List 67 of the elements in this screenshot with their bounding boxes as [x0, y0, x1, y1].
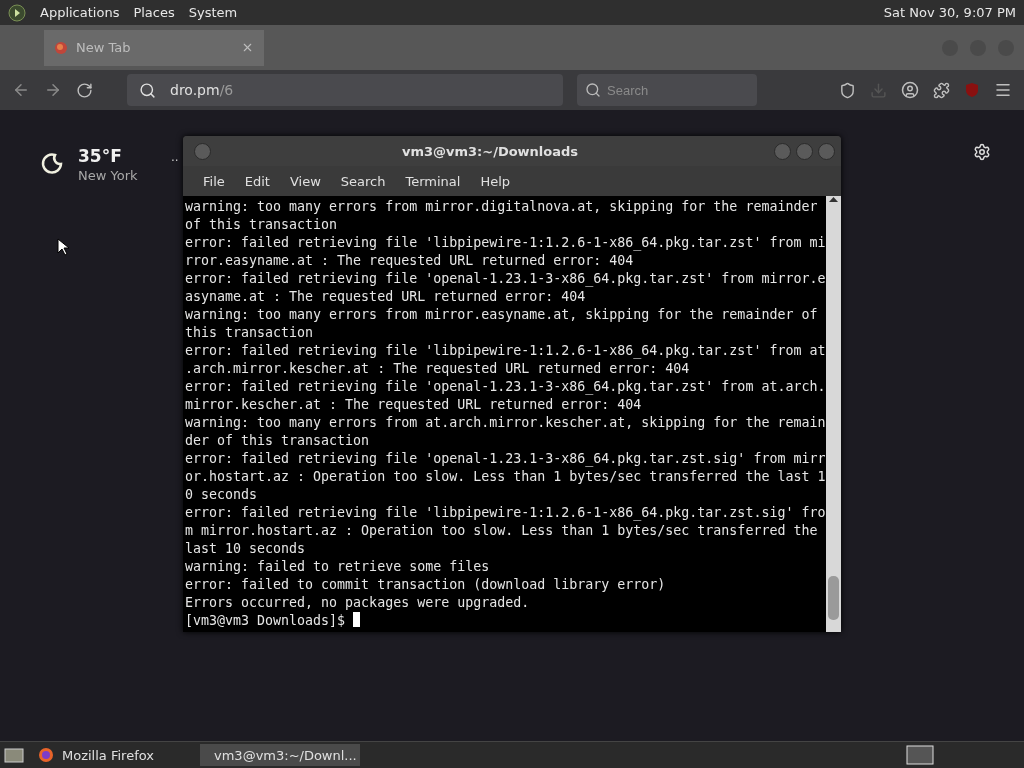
taskbar-button[interactable]: vm3@vm3:~/Downl... — [200, 744, 360, 766]
workspace-icon[interactable] — [906, 745, 934, 765]
desktop-icon[interactable] — [4, 746, 24, 764]
back-icon[interactable] — [12, 81, 30, 99]
terminal-line: error: failed retrieving file 'openal-1.23.1-3-x86_64.pkg.tar.zst.sig' from mirr — [185, 450, 824, 468]
maximize-button[interactable] — [796, 142, 813, 160]
forward-icon[interactable] — [44, 81, 62, 99]
terminal-line: error: failed retrieving file 'libpipewire-1:1.2.6-1-x86_64.pkg.tar.zst.sig' fro — [185, 504, 824, 522]
firefox-icon — [54, 40, 68, 55]
moon-icon — [40, 152, 64, 176]
menu-item[interactable]: File — [193, 173, 235, 189]
search-field[interactable]: Search — [577, 74, 757, 106]
text-cursor — [353, 612, 361, 627]
scroll-up-icon[interactable] — [829, 196, 838, 202]
panel-menu[interactable]: Applications — [40, 5, 120, 20]
terminal-line: m mirror.hostart.az : Operation too slow. Less than 1 bytes/sec transferred the — [185, 522, 819, 540]
menu-item[interactable]: Search — [330, 173, 396, 189]
terminal-line: 0 seconds — [185, 486, 259, 504]
firefox-icon — [38, 747, 54, 763]
terminal-line: asyname.at : The requested URL returned error: 404 — [185, 288, 587, 306]
terminal-line: this transaction — [185, 324, 315, 342]
terminal-line: Errors occurred, no packages were upgraded. — [185, 594, 531, 612]
taskbar-button[interactable]: Mozilla Firefox — [32, 744, 192, 766]
terminal-line: warning: too many errors from mirror.easyname.at, skipping for the remainder of — [185, 306, 819, 324]
clock: Sat Nov 30, 9:07 PM — [883, 5, 1016, 20]
search-icon — [139, 81, 156, 99]
menu-icon[interactable] — [994, 81, 1012, 99]
terminal-line: warning: too many errors from mirror.digitalnova.at, skipping for the remainder — [185, 198, 819, 216]
scrollbar[interactable] — [826, 196, 841, 632]
terminal-line: of this transaction — [185, 216, 339, 234]
close-button[interactable] — [818, 142, 835, 160]
terminal-line: error: failed retrieving file 'libpipewire-1:1.2.6-1-x86_64.pkg.tar.zst' from mi — [185, 234, 824, 252]
terminal-line: error: failed retrieving file 'openal-1.23.1-3-x86_64.pkg.tar.zst' from mirror.e — [185, 270, 824, 288]
terminal-line: error: failed retrieving file 'libpipewire-1:1.2.6-1-x86_64.pkg.tar.zst' from at — [185, 342, 824, 360]
app-logo-icon — [8, 3, 26, 22]
menu-item[interactable]: Edit — [234, 173, 280, 189]
close-icon[interactable] — [241, 41, 254, 54]
menu-item[interactable]: Terminal — [395, 173, 471, 189]
settings-icon[interactable] — [973, 143, 991, 161]
temperature: 35°F — [78, 146, 123, 166]
reload-icon[interactable] — [76, 81, 93, 99]
window-menu-button[interactable] — [194, 142, 211, 160]
terminal-line: warning: too many errors from at.arch.mirror.kescher.at, skipping for the remain — [185, 414, 824, 432]
terminal-line: warning: failed to retrieve some files — [185, 558, 491, 576]
panel-menu[interactable]: System — [188, 5, 238, 20]
menu-item[interactable]: Help — [470, 173, 521, 189]
scroll-thumb[interactable] — [828, 576, 839, 620]
panel-menu[interactable]: Places — [133, 5, 175, 20]
terminal-line: or.hostart.az : Operation too slow. Less than 1 bytes/sec transferred the last 1 — [185, 468, 824, 486]
url-field[interactable]: dro.pm/6 — [127, 74, 563, 106]
more-dots[interactable]: ·· — [171, 154, 179, 168]
menu-item[interactable]: View — [279, 173, 331, 189]
terminal-line: error: failed to commit transaction (download library error) — [185, 576, 667, 594]
location: New York — [78, 168, 138, 183]
terminal-line: last 10 seconds — [185, 540, 307, 558]
terminal-line: der of this transaction — [185, 432, 371, 450]
window-title: vm3@vm3:~/Downloads — [400, 143, 580, 159]
mouse-cursor-icon — [57, 238, 69, 256]
terminal-line: .arch.mirror.kescher.at : The requested URL returned error: 404 — [185, 360, 691, 378]
shell-prompt: [vm3@vm3 Downloads]$ — [185, 613, 347, 628]
terminal-line: rror.easyname.at : The requested URL returned error: 404 — [185, 252, 635, 270]
minimize-button[interactable] — [774, 142, 791, 160]
terminal-line: error: failed retrieving file 'openal-1.23.1-3-x86_64.pkg.tar.zst' from at.arch. — [185, 378, 824, 396]
terminal-line: mirror.kescher.at : The requested URL returned error: 404 — [185, 396, 643, 414]
account-icon[interactable] — [901, 81, 919, 99]
extensions-icon[interactable] — [933, 81, 950, 99]
download-icon[interactable] — [870, 81, 887, 99]
